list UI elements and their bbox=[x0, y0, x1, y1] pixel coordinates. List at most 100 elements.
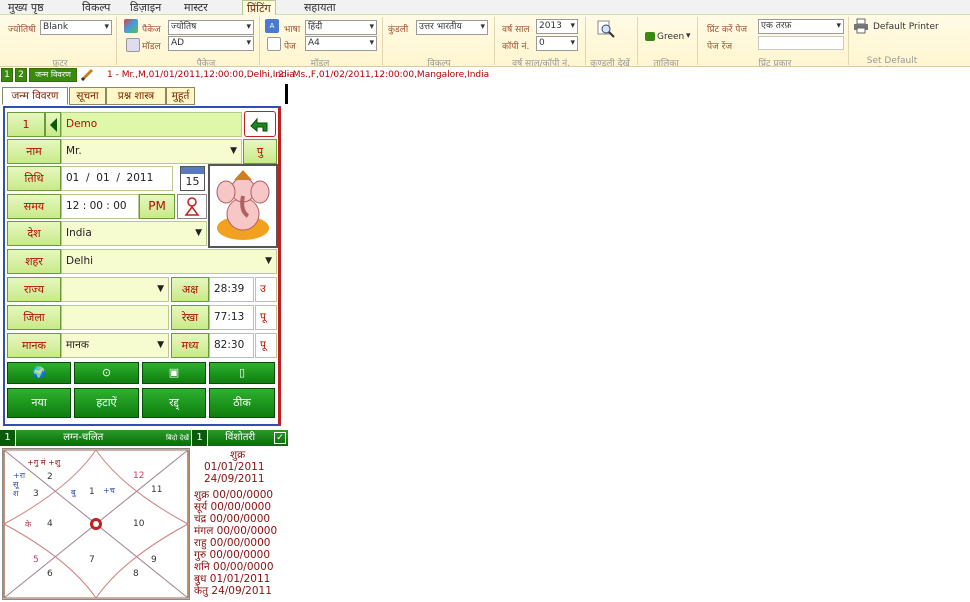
model-select[interactable]: AD bbox=[168, 36, 254, 51]
menu-tab-design[interactable]: डिज़ाइन bbox=[126, 0, 165, 15]
record-btn-1[interactable]: 1 bbox=[1, 68, 13, 82]
print-pages-select[interactable]: एक तरफ़ bbox=[758, 19, 844, 34]
lagna-header: 1 लग्न-चलित बिंदो देखें bbox=[0, 430, 191, 446]
year-label: वर्ष साल bbox=[502, 25, 530, 35]
default-printer-label[interactable]: Default Printer bbox=[873, 22, 939, 32]
language-label: भाषा bbox=[284, 25, 301, 35]
dasha-row[interactable]: बुध 01/01/2011 bbox=[194, 573, 270, 585]
chevron-down-icon[interactable]: ▾ bbox=[686, 31, 691, 41]
menu-tab-printing[interactable]: प्रिंटिंग bbox=[242, 0, 276, 15]
clock-icon[interactable]: ⊙ bbox=[74, 362, 139, 384]
house-12: 12 bbox=[133, 471, 145, 481]
tab-muhurt[interactable]: मुहूर्त bbox=[166, 87, 195, 105]
jyotishi-select[interactable]: Blank bbox=[40, 20, 112, 35]
house-5: 5 bbox=[33, 555, 39, 565]
meridian-direction[interactable]: पू bbox=[255, 333, 277, 358]
country-select[interactable]: India bbox=[61, 221, 207, 246]
planets-house-1b: +च bbox=[103, 486, 115, 495]
language-select[interactable]: हिंदी bbox=[305, 20, 377, 35]
timezone-select[interactable]: मानक bbox=[61, 333, 169, 358]
printer-icon[interactable] bbox=[853, 18, 869, 34]
model-icon bbox=[126, 38, 140, 52]
latitude-direction[interactable]: उ bbox=[255, 277, 277, 302]
dasha-row[interactable]: सूर्य 00/00/0000 bbox=[194, 501, 271, 513]
kundli-style-select[interactable]: उत्तर भारतीय bbox=[416, 20, 488, 35]
meridian-input[interactable]: 82:30 bbox=[209, 333, 254, 358]
page-size-select[interactable]: A4 bbox=[305, 36, 377, 51]
dasha-row[interactable]: चंद्र 00/00/0000 bbox=[194, 513, 270, 525]
record-link-1[interactable]: 1 - Mr.,M,01/01/2011,12:00:00,Delhi,Indi… bbox=[107, 70, 295, 80]
city-select[interactable]: Delhi bbox=[61, 249, 277, 274]
table-color-label[interactable]: Green bbox=[657, 32, 684, 42]
back-arrow-icon[interactable] bbox=[244, 111, 276, 137]
shahar-label: शहर bbox=[7, 249, 61, 274]
dasha-row[interactable]: केतु 24/09/2011 bbox=[194, 585, 272, 597]
page-icon bbox=[267, 37, 281, 51]
package-label: पैकेज bbox=[142, 25, 161, 35]
record-btn-2[interactable]: 2 bbox=[15, 68, 27, 82]
date-input[interactable]: 01 / 01 / 2011 bbox=[61, 166, 173, 191]
planets-house-1a: बु bbox=[71, 488, 76, 497]
ok-button[interactable]: ठीक bbox=[209, 388, 275, 418]
magnifier-icon[interactable] bbox=[597, 20, 615, 38]
longitude-input[interactable]: 77:13 bbox=[209, 305, 254, 330]
ribbon: ज्योतिषी Blank फ़ूटर पैकेज ज्योतिष मॉडल … bbox=[0, 15, 970, 76]
pencil-icon[interactable] bbox=[80, 68, 94, 82]
vimshottari-title: विंशोतरी bbox=[225, 432, 256, 443]
page-size-label: पेज bbox=[284, 42, 296, 52]
tab-prashna[interactable]: प्रश्न शास्त्र bbox=[106, 87, 166, 105]
house-9: 9 bbox=[151, 555, 157, 565]
menu-tab-help[interactable]: सहायता bbox=[300, 0, 340, 15]
rekha-label: रेखा bbox=[171, 305, 209, 330]
view-points-link[interactable]: बिंदो देखें bbox=[166, 430, 189, 446]
copy-no-select[interactable]: 0 bbox=[536, 36, 578, 51]
lagna-number[interactable]: 1 bbox=[0, 430, 16, 446]
madhya-label: मध्य bbox=[171, 333, 209, 358]
year-select[interactable]: 2013 bbox=[536, 19, 578, 34]
vimshottari-number[interactable]: 1 bbox=[192, 430, 208, 446]
latitude-input[interactable]: 28:39 bbox=[209, 277, 254, 302]
ampm-button[interactable]: PM bbox=[139, 194, 175, 219]
cancel-button[interactable]: रद्द् bbox=[142, 388, 206, 418]
longitude-direction[interactable]: पू bbox=[255, 305, 277, 330]
prev-arrow-icon[interactable] bbox=[45, 112, 61, 137]
house-7: 7 bbox=[89, 555, 95, 565]
dasha-row[interactable]: गुरु 00/00/0000 bbox=[194, 549, 270, 561]
menu-tab-master[interactable]: मास्टर bbox=[180, 0, 212, 15]
person-icon[interactable] bbox=[177, 194, 207, 219]
dasha-row[interactable]: शनि 00/00/0000 bbox=[194, 561, 274, 573]
gender-button[interactable]: पु bbox=[243, 139, 277, 164]
calendar-icon[interactable]: 15 bbox=[180, 166, 205, 191]
new-button[interactable]: नया bbox=[7, 388, 71, 418]
house-8: 8 bbox=[133, 569, 139, 579]
language-icon: A bbox=[265, 19, 279, 33]
date-year: 2011 bbox=[126, 172, 154, 184]
menu-bar: मुख्य पृष्ठ विकल्प डिज़ाइन मास्टर प्रिंट… bbox=[0, 0, 970, 15]
dasha-row[interactable]: शुक्र 00/00/0000 bbox=[194, 489, 273, 501]
menu-tab-options[interactable]: विकल्प bbox=[78, 0, 114, 15]
checkbox-icon[interactable]: ✓ bbox=[274, 432, 286, 444]
new-document-icon[interactable]: ▯ bbox=[209, 362, 275, 384]
page-range-label: पेज रेंज bbox=[707, 42, 733, 52]
rajya-label: राज्य bbox=[7, 277, 61, 302]
district-input[interactable] bbox=[61, 305, 169, 330]
menu-tab-home[interactable]: मुख्य पृष्ठ bbox=[4, 0, 48, 15]
dasha-row[interactable]: राहु 00/00/0000 bbox=[194, 537, 270, 549]
delete-button[interactable]: हटाऐं bbox=[74, 388, 139, 418]
package-select[interactable]: ज्योतिष bbox=[168, 20, 254, 35]
name-input[interactable]: Demo bbox=[61, 112, 242, 137]
time-input[interactable]: 12 : 00 : 00 bbox=[61, 194, 139, 219]
save-icon[interactable]: ▣ bbox=[142, 362, 206, 384]
tab-birth-details[interactable]: जन्म विवरण bbox=[2, 87, 68, 105]
record-link-2[interactable]: 2 - Ms.,F,01/02/2011,12:00:00,Mangalore,… bbox=[278, 70, 489, 80]
globe-icon[interactable]: 🌍 bbox=[7, 362, 71, 384]
vimshottari-header: 1 विंशोतरी ✓ bbox=[192, 430, 288, 446]
state-select[interactable] bbox=[61, 277, 169, 302]
birth-details-btn[interactable]: जन्म विवरण bbox=[29, 68, 77, 82]
tab-info[interactable]: सूचना bbox=[69, 87, 106, 105]
title-select[interactable]: Mr. bbox=[61, 139, 242, 164]
record-number: 1 bbox=[7, 112, 45, 137]
print-pages-label: प्रिंट करें पेज bbox=[707, 25, 748, 35]
page-range-input[interactable] bbox=[758, 36, 844, 50]
dasha-row[interactable]: मंगल 00/00/0000 bbox=[194, 525, 277, 537]
